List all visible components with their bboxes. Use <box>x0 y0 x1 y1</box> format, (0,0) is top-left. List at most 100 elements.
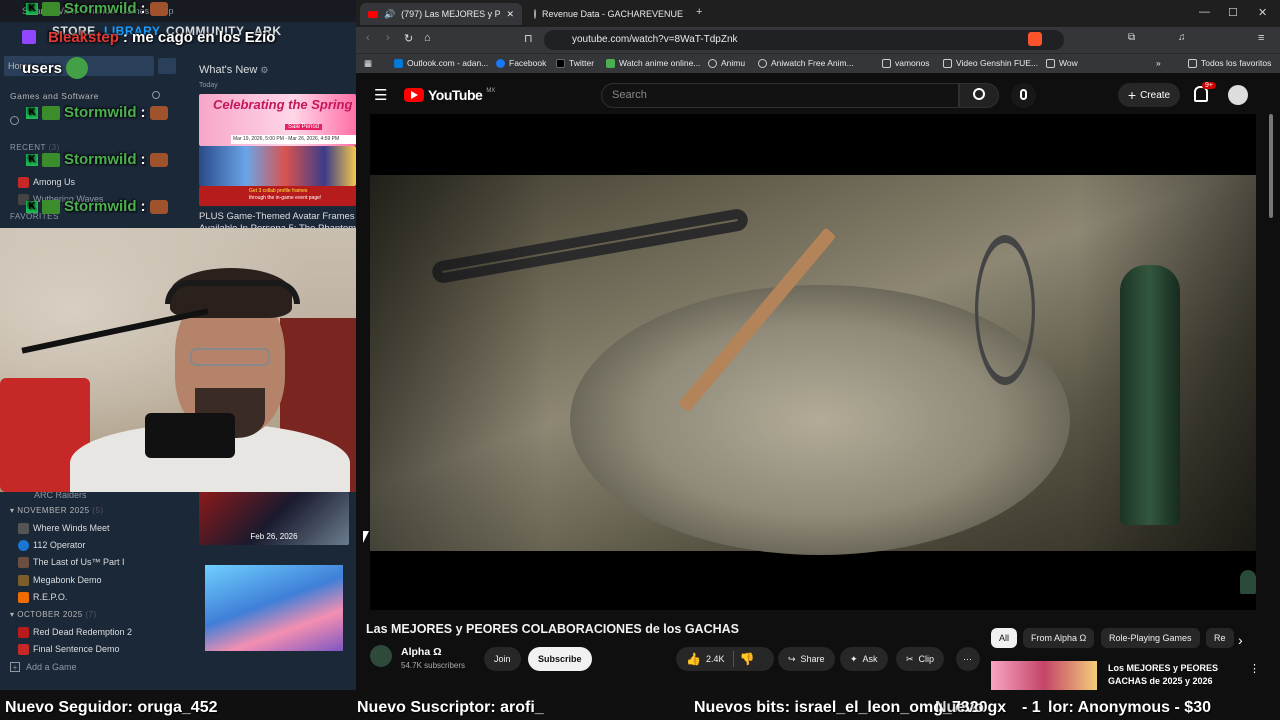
library-item-final-sentence[interactable]: Final Sentence Demo <box>18 642 120 656</box>
apps-icon[interactable]: ▦ <box>364 58 372 69</box>
like-icon[interactable]: 👍 <box>686 652 701 666</box>
chip-from-channel[interactable]: From Alpha Ω <box>1023 628 1095 648</box>
bookmark-facebook[interactable]: Facebook <box>496 58 546 68</box>
brave-shield-icon[interactable] <box>1028 32 1042 46</box>
forward-icon[interactable]: › <box>386 32 390 44</box>
news-caption[interactable]: PLUS Game-Themed Avatar Frames <box>199 211 355 222</box>
bookmark-aniwatch[interactable]: Aniwatch Free Anim... <box>758 58 854 68</box>
gear-icon[interactable]: ⚙ <box>260 65 268 75</box>
speaker-icon[interactable]: 🔊 <box>384 9 395 20</box>
recommended-thumbnail[interactable] <box>991 661 1097 690</box>
tab-revenue[interactable]: Revenue Data - GACHAREVENUE <box>526 3 686 25</box>
microphone <box>145 413 235 458</box>
clock-icon[interactable] <box>152 91 160 99</box>
youtube-logo[interactable]: YouTube MX <box>404 87 495 103</box>
channel-name[interactable]: Alpha Ω <box>401 646 442 658</box>
channel-watermark-icon[interactable] <box>1240 570 1256 594</box>
minimize-icon[interactable]: — <box>1199 6 1210 18</box>
library-item-megabonk[interactable]: Megabonk Demo <box>18 573 102 587</box>
november-count: (5) <box>92 506 104 515</box>
emote-icon <box>149 105 168 120</box>
tab-youtube[interactable]: 🔊 (797) Las MEJORES y PEORES ✕ <box>360 3 522 25</box>
ask-label: Ask <box>862 654 878 664</box>
page-scrollbar[interactable] <box>1269 114 1273 218</box>
close-window-icon[interactable]: ✕ <box>1258 6 1267 19</box>
among-us-icon <box>18 176 29 188</box>
bookmark-icon[interactable]: ⊓ <box>524 32 533 45</box>
bookmark-twitter[interactable]: Twitter <box>556 58 594 68</box>
chevron-right-icon[interactable]: › <box>1238 632 1243 648</box>
ticker-new-subscriber: Nuevo Suscriptor: arofi_ <box>357 699 544 716</box>
add-game-button[interactable]: + Add a Game <box>10 662 77 672</box>
bookmark-animu[interactable]: Animu <box>708 58 745 68</box>
music-icon[interactable]: ♫ <box>1178 32 1186 43</box>
clip-button[interactable]: ✂ Clip <box>896 647 945 671</box>
home-icon[interactable]: ⌂ <box>424 32 431 44</box>
maximize-icon[interactable]: ☐ <box>1228 6 1238 19</box>
browser-window: 🔊 (797) Las MEJORES y PEORES ✕ Revenue D… <box>356 0 1280 690</box>
subscribe-button[interactable]: Subscribe <box>528 647 592 671</box>
grid-view-icon[interactable] <box>158 58 176 74</box>
bookmark-outlook[interactable]: Outlook.com - adan... <box>394 58 488 68</box>
close-icon[interactable]: ✕ <box>506 9 514 20</box>
url-input[interactable]: youtube.com/watch?v=8WaT-TdpZnk <box>544 30 1064 50</box>
share-button[interactable]: ↪ Share <box>778 647 835 671</box>
library-item-among-us[interactable]: Among Us <box>18 175 75 189</box>
hamburger-menu-icon[interactable]: ☰ <box>374 86 387 104</box>
webcam-feed <box>0 228 356 492</box>
bookmark-folder-vamonos[interactable]: vamonos <box>882 58 930 68</box>
more-bookmarks-icon[interactable]: » <box>1156 58 1161 68</box>
bookmark-anime[interactable]: Watch anime online... <box>606 58 700 68</box>
chip-all[interactable]: All <box>991 628 1018 648</box>
library-item-where-winds-meet[interactable]: Where Winds Meet <box>18 521 110 535</box>
search-icon[interactable] <box>10 116 19 125</box>
recommended-title[interactable]: Los MEJORES y PEORES GACHAS de 2025 y 20… <box>1108 662 1218 688</box>
chip-rpg[interactable]: Role-Playing Games <box>1101 628 1200 648</box>
new-tab-icon[interactable]: + <box>696 6 702 18</box>
create-button[interactable]: + Create <box>1118 83 1180 107</box>
bookmark-folder-wow[interactable]: Wow <box>1046 58 1078 68</box>
extensions-icon[interactable]: ⧉ <box>1128 32 1135 43</box>
library-item-rdr2[interactable]: Red Dead Redemption 2 <box>18 625 132 639</box>
library-item-112-operator[interactable]: 112 Operator <box>18 538 85 552</box>
reload-icon[interactable]: ↻ <box>404 32 413 45</box>
more-actions-button[interactable]: ⋯ <box>956 647 980 671</box>
games-filter-label[interactable]: Games and Software <box>10 91 99 101</box>
bookmark-label: Todos los favoritos <box>1201 58 1272 68</box>
more-vert-icon[interactable]: ⋮ <box>1249 662 1260 675</box>
chat-message-top: K Stormwild: <box>26 0 168 17</box>
whats-new-header: What's New ⚙ <box>199 64 268 76</box>
chip-more[interactable]: Re <box>1206 628 1234 648</box>
voice-search-button[interactable] <box>1011 83 1036 108</box>
url-text: youtube.com/watch?v=8WaT-TdpZnk <box>572 34 738 45</box>
avatar[interactable] <box>1228 85 1248 105</box>
dislike-icon[interactable]: 👎 <box>739 652 754 666</box>
news-tile-profile-frames[interactable]: Get 3 collab profile frames through the … <box>199 186 356 206</box>
library-item-repo[interactable]: R.E.P.O. <box>18 590 67 604</box>
chat-text: users <box>22 59 63 77</box>
game-tile-activity[interactable]: Feb 26, 2026 <box>199 492 349 545</box>
back-icon[interactable]: ‹ <box>366 32 370 44</box>
all-bookmarks-folder[interactable]: Todos los favoritos <box>1188 58 1271 68</box>
like-count[interactable]: 2.4K <box>706 654 725 664</box>
ask-button[interactable]: ✦ Ask <box>840 647 888 671</box>
search-button[interactable] <box>959 83 999 108</box>
bookmark-folder-genshin[interactable]: Video Genshin FUE... <box>943 58 1038 68</box>
library-item-last-of-us[interactable]: The Last of Us™ Part I <box>18 555 125 569</box>
join-button[interactable]: Join <box>484 647 521 671</box>
sale-dates: Mar 19, 2026, 5:00 PM - Mar 26, 2026, 4:… <box>231 135 356 144</box>
channel-avatar[interactable] <box>370 645 392 667</box>
news-tile-collab-art[interactable] <box>199 146 356 186</box>
search-input[interactable]: Search <box>601 83 959 108</box>
share-icon: ↪ <box>788 653 796 664</box>
video-player[interactable] <box>370 114 1256 610</box>
game-tile-art[interactable] <box>203 563 345 653</box>
add-game-label: Add a Game <box>26 662 77 672</box>
november-section-header[interactable]: ▾ NOVEMBER 2025 (5) <box>10 506 104 515</box>
menu-icon[interactable]: ≡ <box>1258 32 1264 44</box>
chat-username: Stormwild <box>64 104 137 121</box>
chat-text: : me cago en los Ezio <box>122 29 276 46</box>
october-section-header[interactable]: ▾ OCTOBER 2025 (7) <box>10 610 97 619</box>
chat-username: Stormwild <box>64 198 137 215</box>
news-tile-spring-sale[interactable]: Celebrating the Spring Sale Period Mar 1… <box>199 94 356 146</box>
